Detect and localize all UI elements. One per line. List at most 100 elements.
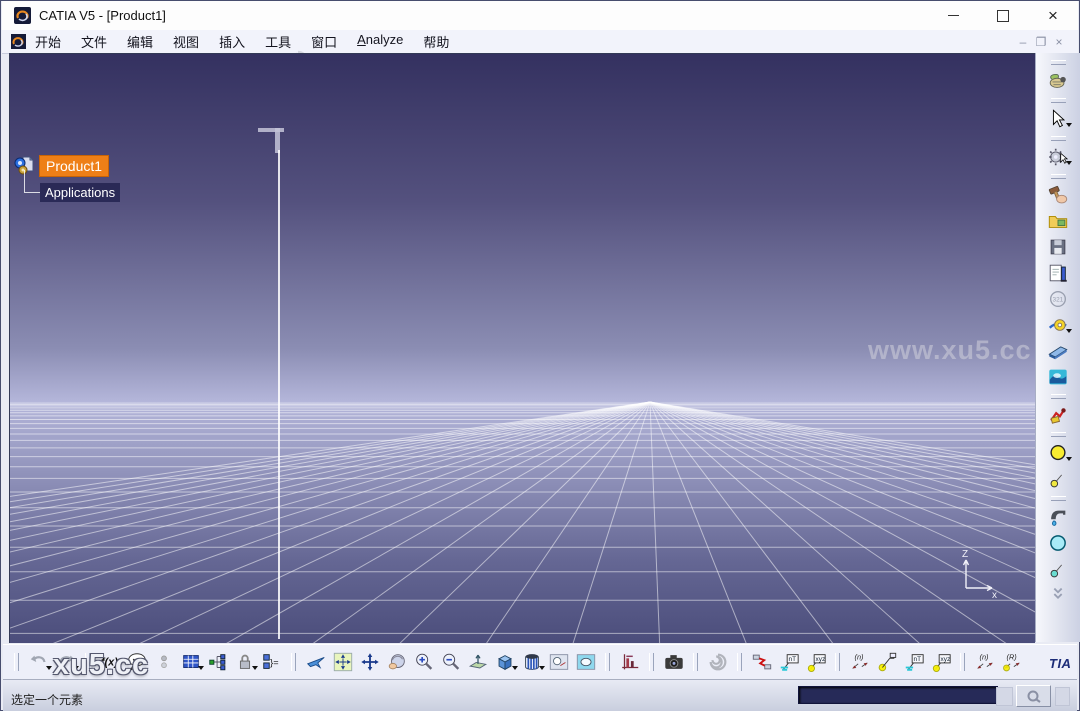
graph-tool-button[interactable]: [616, 649, 643, 675]
toolbar-grip[interactable]: [1050, 496, 1066, 501]
rotate-icon: [388, 654, 405, 670]
selection-filter-button[interactable]: [1045, 144, 1072, 170]
prism-button[interactable]: [1045, 338, 1072, 364]
flag-xyz-button[interactable]: xyz: [802, 649, 829, 675]
swirl-button[interactable]: [704, 649, 731, 675]
formula-button[interactable]: f(x): [96, 649, 123, 675]
toolbar-grip[interactable]: [960, 653, 965, 671]
toggle-dots-button[interactable]: [150, 649, 177, 675]
render-style-button[interactable]: [518, 649, 545, 675]
status-help-button[interactable]: [1016, 685, 1051, 707]
toolbar-grip[interactable]: [649, 653, 654, 671]
normal-view-button[interactable]: [464, 649, 491, 675]
report-button[interactable]: [1045, 260, 1072, 286]
status-aux-button[interactable]: [996, 687, 1013, 706]
toolbar-grip[interactable]: [693, 653, 698, 671]
menu-item-开始[interactable]: 开始: [35, 32, 61, 51]
multi-view-button[interactable]: [545, 649, 572, 675]
faucet-icon: [1051, 510, 1066, 526]
menu-item-文件[interactable]: 文件: [81, 32, 107, 51]
fly-view-button[interactable]: [302, 649, 329, 675]
toolbar-grip[interactable]: [1050, 98, 1066, 103]
flag-nt-button[interactable]: nT: [775, 649, 802, 675]
maximize-button[interactable]: [978, 1, 1028, 30]
comment-button[interactable]: [123, 649, 150, 675]
toolbar-grip[interactable]: [1050, 60, 1066, 65]
tree-node-applications[interactable]: Applications: [40, 183, 121, 202]
design-table-button[interactable]: [177, 649, 204, 675]
lock-button[interactable]: [231, 649, 258, 675]
rotate-button[interactable]: [383, 649, 410, 675]
menu-item-视图[interactable]: 视图: [173, 32, 199, 51]
mdi-close-button[interactable]: ×: [1050, 34, 1068, 49]
menu-item-编辑[interactable]: 编辑: [127, 32, 153, 51]
menu-item-analyze[interactable]: Analyze: [357, 32, 403, 51]
measure-item-icon: [878, 652, 896, 672]
svg-text:(R): (R): [1006, 652, 1016, 661]
iso-view-button[interactable]: [491, 649, 518, 675]
catalog-browser-button[interactable]: [1045, 208, 1072, 234]
toolbar-grip[interactable]: [835, 653, 840, 671]
surface-wave-button[interactable]: [1045, 364, 1072, 390]
measure-r-button[interactable]: (R): [998, 649, 1025, 675]
redo-button[interactable]: [52, 649, 79, 675]
mdi-restore-button[interactable]: ❐: [1032, 34, 1050, 49]
stamp-321-button[interactable]: 321: [1045, 286, 1072, 312]
more-tools-button[interactable]: [1045, 582, 1072, 608]
formula-icon: f(x): [100, 657, 117, 669]
redo-icon: [58, 655, 74, 663]
viewport-3d[interactable]: Product1 Applications Z x: [9, 53, 1035, 643]
status-aux-button-2[interactable]: [1055, 687, 1070, 706]
point-cyan-button[interactable]: [1045, 556, 1072, 582]
point-yellow-button[interactable]: [1045, 466, 1072, 492]
toolbar-grip[interactable]: [605, 653, 610, 671]
product-structure-button[interactable]: [204, 649, 231, 675]
tree-node-product1[interactable]: Product1: [39, 155, 110, 177]
quick-view-button[interactable]: [572, 649, 599, 675]
measure-between-button[interactable]: (n): [846, 649, 873, 675]
tree-axis-line[interactable]: [278, 150, 280, 639]
menu-item-工具[interactable]: 工具: [265, 32, 291, 51]
toolbar-grip[interactable]: [737, 653, 742, 671]
toolbar-grip[interactable]: [1050, 136, 1066, 141]
start-menu-icon[interactable]: [11, 34, 26, 49]
fit-all-in-button[interactable]: [329, 649, 356, 675]
zoom-out-button[interactable]: [437, 649, 464, 675]
toolbar-grip[interactable]: [14, 653, 19, 671]
tools-palette-button[interactable]: [1045, 182, 1072, 208]
toolbar-grip[interactable]: [1050, 432, 1066, 437]
menu-item-帮助[interactable]: 帮助: [423, 32, 449, 51]
manipulator-button[interactable]: [1045, 402, 1072, 428]
axis-indicator: Z x: [962, 549, 997, 600]
broken-constraint-button[interactable]: [748, 649, 775, 675]
light-source-button[interactable]: [1045, 440, 1072, 466]
toolbar-grip[interactable]: [1050, 394, 1066, 399]
measure-n-button[interactable]: (n): [971, 649, 998, 675]
save-manage-button[interactable]: [1045, 234, 1072, 260]
toolbar-grip[interactable]: [291, 653, 296, 671]
rules-button[interactable]: }=: [258, 649, 285, 675]
flag-nt-2-button[interactable]: nT: [900, 649, 927, 675]
generative-part-button[interactable]: [1045, 312, 1072, 338]
flag-xyz-icon: xyz: [807, 654, 826, 672]
zoom-in-button[interactable]: [410, 649, 437, 675]
menu-item-插入[interactable]: 插入: [219, 32, 245, 51]
measure-item-button[interactable]: [873, 649, 900, 675]
menu-item-窗口[interactable]: 窗口: [311, 32, 337, 51]
minimize-button[interactable]: [928, 1, 978, 30]
fly-mode-button[interactable]: [1045, 68, 1072, 94]
toolbar-grip[interactable]: [1050, 174, 1066, 179]
select-button[interactable]: [1045, 106, 1072, 132]
flag-xyz-2-button[interactable]: xyz: [927, 649, 954, 675]
camera-capture-button[interactable]: [660, 649, 687, 675]
undo-button[interactable]: [25, 649, 52, 675]
faucet-button[interactable]: [1045, 504, 1072, 530]
tree-axis-bracket[interactable]: [258, 128, 284, 132]
circle-cyan-button[interactable]: [1045, 530, 1072, 556]
pan-button[interactable]: [356, 649, 383, 675]
close-button[interactable]: ×: [1028, 1, 1078, 30]
mdi-minimize-button[interactable]: –: [1014, 34, 1032, 49]
toolbar-grip[interactable]: [85, 653, 90, 671]
product-node-icon[interactable]: [14, 153, 38, 177]
power-input-field[interactable]: [798, 686, 998, 704]
